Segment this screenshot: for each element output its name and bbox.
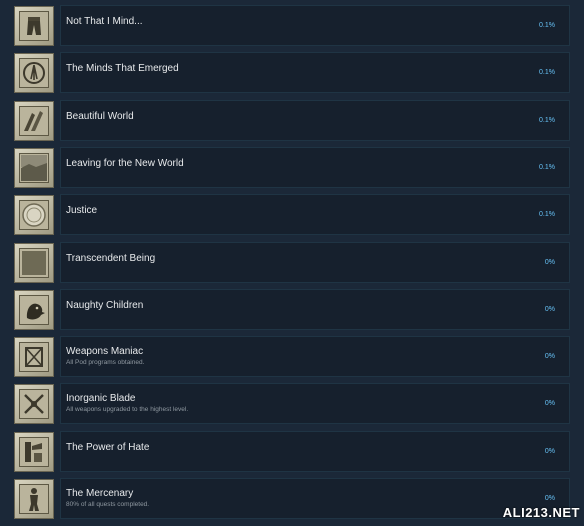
achievement-title: Inorganic Blade	[66, 393, 136, 405]
unlock-percentage: 0%	[544, 258, 555, 266]
crossed-blades-icon	[19, 389, 49, 420]
achievement-row[interactable]: The Mercenary 80% of all quests completed…	[0, 478, 584, 525]
achievement-title: Leaving for the New World	[66, 157, 184, 169]
achievement-panel: Justice 0.1%	[60, 194, 570, 236]
achievement-panel: Not That I Mind... 0.1%	[60, 5, 570, 46]
achievement-row[interactable]: The Minds That Emerged 0.1%	[0, 52, 584, 99]
achievement-icon-frame	[14, 147, 54, 188]
achievement-title: Transcendent Being	[66, 252, 156, 264]
achievement-title: Naughty Children	[66, 299, 144, 311]
achievement-row[interactable]: Inorganic Blade All weapons upgraded to t…	[0, 383, 584, 430]
pod-icon	[19, 342, 49, 373]
unlock-percentage: 0.1%	[539, 163, 555, 171]
unlock-percentage: 0%	[544, 495, 555, 502]
achievements-page: { "achievements": [ {"title": "Not That …	[0, 0, 584, 526]
achievement-panel: Inorganic Blade All weapons upgraded to t…	[60, 383, 570, 425]
achievement-panel: The Power of Hate 0%	[60, 430, 570, 472]
achievement-title: Not That I Mind...	[66, 16, 143, 27]
machine-icon	[19, 436, 49, 467]
achievement-description: All Pod programs obtained.	[66, 359, 145, 367]
achievement-row[interactable]: Leaving for the New World 0.1%	[0, 146, 584, 194]
achievement-row[interactable]: Not That I Mind... 0.1%	[0, 5, 584, 52]
achievement-title: The Minds That Emerged	[66, 63, 179, 75]
achievement-panel: The Minds That Emerged 0.1%	[60, 52, 570, 94]
figure-icon	[19, 484, 49, 514]
unlock-percentage: 0%	[544, 400, 555, 408]
achievement-icon-frame	[14, 337, 54, 378]
achievement-panel: Naughty Children 0%	[60, 288, 570, 330]
unlock-percentage: 0%	[544, 447, 555, 455]
achievement-icon-frame	[14, 6, 54, 46]
achievement-icon-frame	[14, 384, 54, 425]
seal-icon	[19, 200, 49, 231]
emblem-icon	[19, 58, 49, 89]
unlock-percentage: 0%	[544, 305, 555, 313]
achievement-panel: The Mercenary 80% of all quests completed…	[60, 478, 570, 519]
achievement-title: The Power of Hate	[66, 441, 150, 453]
wings-icon	[19, 105, 49, 136]
unlock-percentage: 0.1%	[539, 22, 555, 29]
achievement-icon-frame	[14, 242, 54, 283]
achievement-row[interactable]: Justice 0.1%	[0, 194, 584, 241]
achievement-row[interactable]: The Power of Hate 0%	[0, 430, 584, 478]
achievement-title: The Mercenary	[66, 488, 134, 499]
achievement-title: Weapons Maniac	[66, 346, 144, 358]
achievement-icon-frame	[14, 479, 54, 519]
achievement-row[interactable]: Transcendent Being 0%	[0, 241, 584, 289]
achievement-panel: Transcendent Being 0%	[60, 241, 570, 283]
achievement-title: Justice	[66, 205, 98, 217]
landscape-icon	[19, 152, 49, 183]
unlock-percentage: 0.1%	[539, 211, 555, 219]
achievement-icon-frame	[14, 53, 54, 94]
achievement-row[interactable]: Naughty Children 0%	[0, 288, 584, 336]
achievement-row[interactable]: Weapons Maniac All Pod programs obtained.…	[0, 336, 584, 383]
achievement-panel: Leaving for the New World 0.1%	[60, 146, 570, 188]
unlock-percentage: 0.1%	[539, 116, 555, 124]
unlock-percentage: 0%	[544, 353, 555, 361]
plain-tile-icon	[19, 247, 49, 278]
achievement-icon-frame	[14, 100, 54, 141]
achievement-description: 80% of all quests completed.	[66, 501, 150, 508]
achievement-row[interactable]: Beautiful World 0.1%	[0, 99, 584, 147]
achievement-panel: Weapons Maniac All Pod programs obtained.…	[60, 336, 570, 378]
achievement-title: Beautiful World	[66, 110, 134, 122]
achievement-icon-frame	[14, 195, 54, 236]
achievement-icon-frame	[14, 431, 54, 472]
achievement-panel: Beautiful World 0.1%	[60, 99, 570, 141]
watermark: ALI213.NET	[502, 505, 580, 520]
achievement-description: All weapons upgraded to the highest leve…	[66, 406, 189, 414]
shorts-icon	[19, 11, 49, 41]
bird-icon	[19, 294, 49, 325]
achievement-icon-frame	[14, 289, 54, 330]
unlock-percentage: 0.1%	[539, 69, 555, 77]
